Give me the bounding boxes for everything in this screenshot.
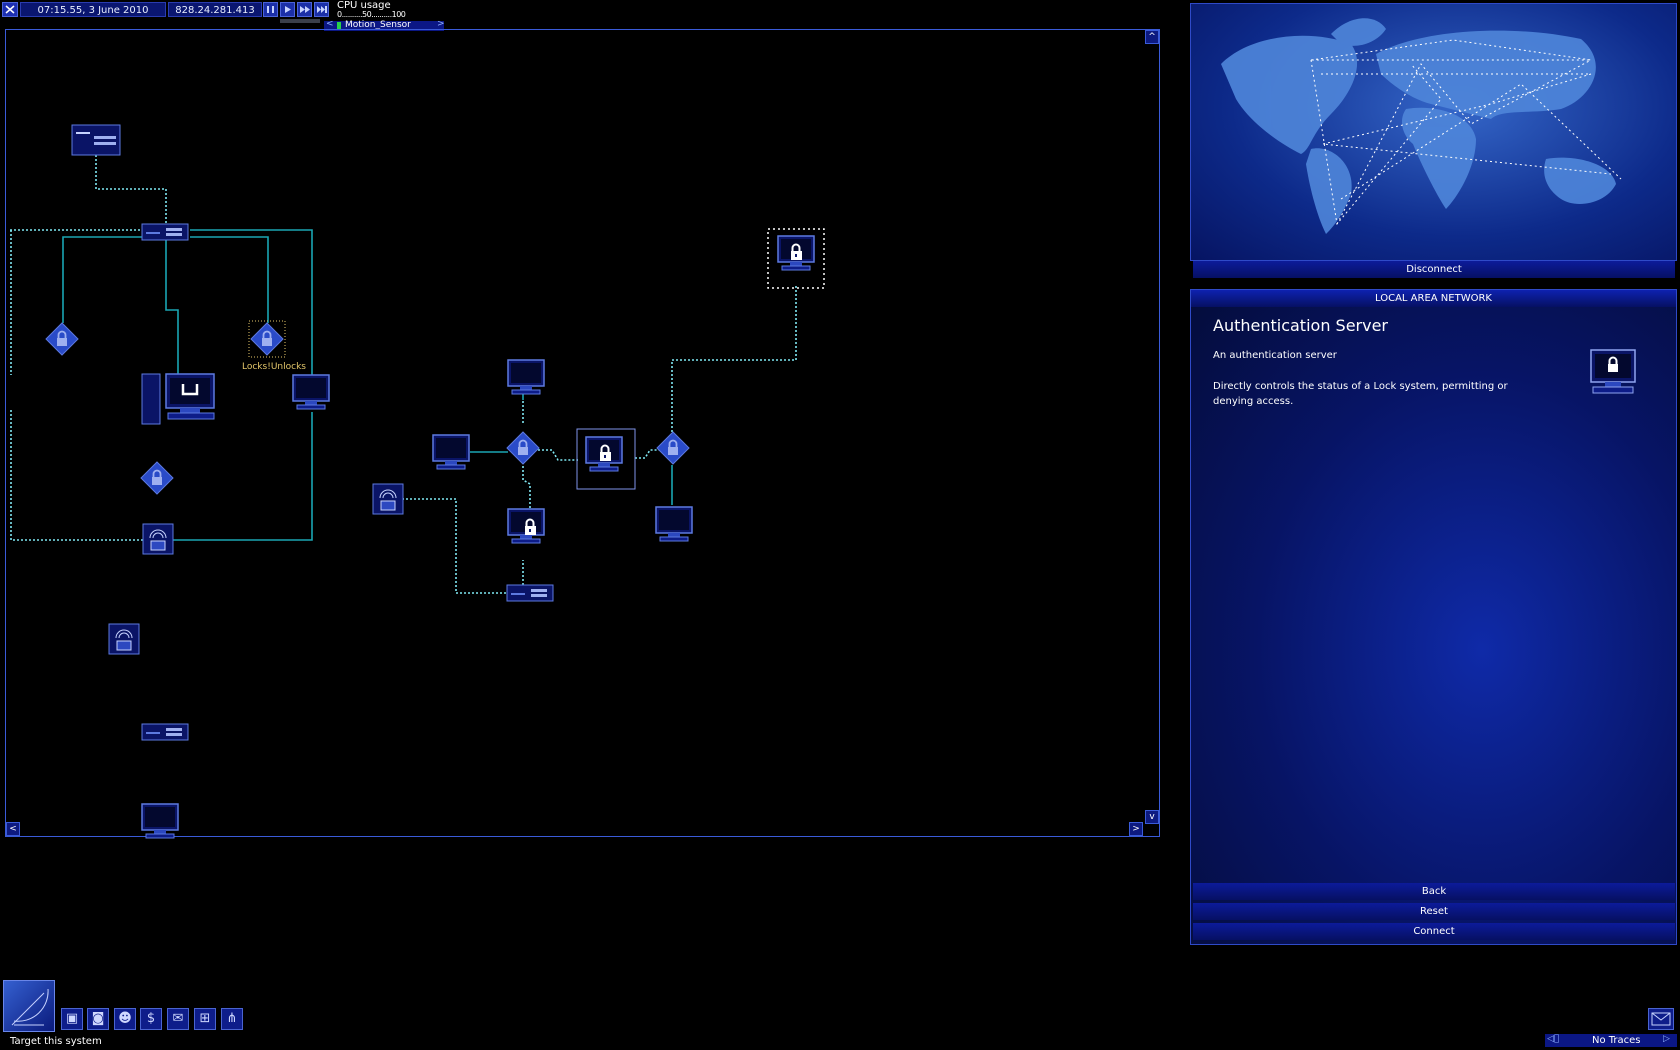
person-icon: ☻	[118, 1011, 132, 1026]
finance-button[interactable]: $	[140, 1008, 162, 1030]
memory-button[interactable]: ◙	[87, 1008, 109, 1030]
world-map	[1221, 18, 1622, 234]
system-title: Authentication Server	[1213, 316, 1389, 335]
trace-expand-button[interactable]: ▷	[1663, 1034, 1670, 1044]
reset-button[interactable]: Reset	[1193, 903, 1675, 920]
sound-icon[interactable]: ◁⃒	[1547, 1034, 1559, 1044]
floppy-disk-icon: ◙	[91, 1011, 105, 1026]
mail-notification-button[interactable]	[1648, 1008, 1674, 1030]
status-button[interactable]: ☻	[114, 1008, 136, 1030]
hardware-button[interactable]: ▣	[61, 1008, 83, 1030]
info-panel-header: LOCAL AREA NETWORK	[1191, 290, 1676, 307]
status-hint: Target this system	[10, 1036, 102, 1047]
gateway-node	[141, 373, 215, 425]
locks-unlocks-label: Locks!Unlocks	[242, 362, 306, 372]
envelope-icon: ✉	[172, 1011, 184, 1026]
satellite-dish-icon	[11, 988, 49, 1026]
dollar-icon: $	[146, 1011, 156, 1026]
lan-button[interactable]: ⋔	[221, 1008, 243, 1030]
info-panel: LOCAL AREA NETWORK Authentication Server…	[1190, 289, 1677, 945]
hardware-icon: ▣	[65, 1011, 79, 1026]
disconnect-button[interactable]: Disconnect	[1193, 261, 1675, 278]
world-map-panel[interactable]	[1190, 3, 1677, 261]
isp-router-node	[71, 124, 121, 156]
lan-icon: ⋔	[226, 1011, 238, 1026]
system-description: Directly controls the status of a Lock s…	[1213, 381, 1508, 407]
back-button[interactable]: Back	[1193, 883, 1675, 900]
software-menu-button[interactable]	[3, 980, 55, 1032]
lan-network-diagram	[10, 124, 825, 839]
network-icon: ⊞	[199, 1011, 211, 1026]
envelope-icon	[1651, 1012, 1671, 1026]
email-button[interactable]: ✉	[167, 1008, 189, 1030]
connect-button[interactable]: Connect	[1193, 923, 1675, 940]
traces-status: No Traces	[1592, 1035, 1641, 1046]
system-subtitle: An authentication server	[1213, 350, 1337, 361]
authentication-server-node	[767, 228, 825, 289]
lock-computer-icon	[1590, 349, 1636, 394]
network-button[interactable]: ⊞	[194, 1008, 216, 1030]
